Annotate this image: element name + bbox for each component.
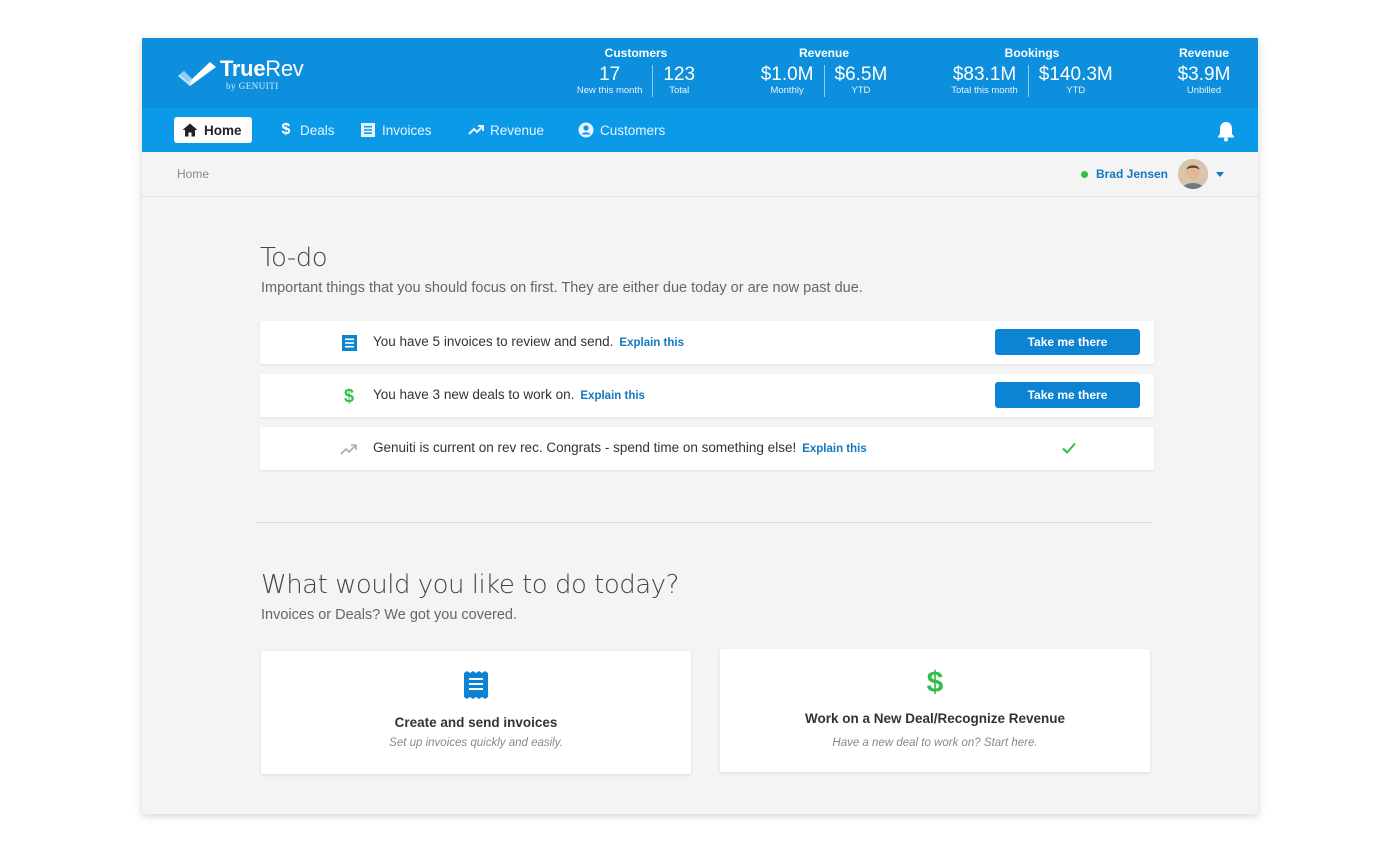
take-me-there-button[interactable]: Take me there [995, 329, 1140, 355]
nav-label: Invoices [382, 122, 432, 138]
main-nav: Home $ Deals Invoices Revenue Customers [142, 108, 1258, 152]
app-window: TrueRev by GENUITI Customers 17 New this… [142, 38, 1258, 814]
dollar-icon: $ [281, 121, 291, 138]
dollar-icon: $ [343, 385, 354, 406]
nav-invoices[interactable]: Invoices [352, 117, 442, 143]
explain-link[interactable]: Explain this [580, 390, 645, 402]
metric-item: 17 New this month [567, 65, 652, 97]
metric-value: $83.1M [952, 64, 1017, 85]
metric-item: $83.1M Total this month [941, 65, 1028, 97]
nav-label: Revenue [490, 122, 545, 138]
metric-item: $140.3M YTD [1027, 64, 1123, 97]
metric-title: Bookings [1004, 46, 1060, 60]
avatar[interactable] [1178, 159, 1208, 189]
breadcrumb[interactable]: Home [177, 167, 209, 181]
check-icon [1061, 440, 1077, 456]
nav-label: Deals [300, 122, 335, 138]
nav-deals[interactable]: $ Deals [270, 117, 345, 143]
todo-text: You have 5 invoices to review and send. [373, 334, 614, 349]
invoice-icon [261, 671, 691, 699]
chevron-down-icon[interactable] [1216, 171, 1224, 177]
metric-label: YTD [1066, 85, 1086, 96]
trending-up-icon [468, 122, 484, 138]
truerev-logo[interactable]: TrueRev by GENUITI [176, 56, 304, 92]
metric-bookings: Bookings $83.1M Total this month $140.3M… [937, 46, 1127, 97]
metric-unbilled-revenue: Revenue $3.9M Unbilled [1166, 46, 1242, 97]
todo-subtitle: Important things that you should focus o… [261, 280, 863, 296]
logo-name-light: Rev [265, 55, 304, 81]
metric-item: 123 Total [652, 65, 705, 97]
metric-item: $3.9M Unbilled [1168, 65, 1241, 97]
checkmark-logo-icon [176, 58, 218, 90]
card-subtitle: Set up invoices quickly and easily. [389, 737, 563, 749]
today-subtitle: Invoices or Deals? We got you covered. [261, 607, 518, 623]
nav-revenue[interactable]: Revenue [460, 117, 554, 143]
home-icon [182, 122, 198, 138]
user-name[interactable]: Brad Jensen [1096, 167, 1168, 181]
metric-title: Revenue [798, 46, 850, 60]
invoice-icon [360, 122, 376, 138]
nav-customers[interactable]: Customers [570, 117, 675, 143]
breadcrumb-bar: Home Brad Jensen [142, 152, 1258, 197]
account-circle-icon [578, 122, 594, 138]
card-title: Work on a New Deal/Recognize Revenue [804, 711, 1066, 726]
today-title: What would you like to do today? [261, 570, 679, 600]
section-divider [256, 522, 1152, 523]
metric-value: $3.9M [1177, 64, 1231, 85]
online-status-dot [1080, 170, 1088, 178]
metric-item: $6.5M YTD [823, 64, 898, 97]
metric-label: Total this month [951, 85, 1018, 96]
invoice-icon [340, 334, 358, 352]
metric-customers: Customers 17 New this month 123 Total [566, 46, 706, 97]
metric-revenue: Revenue $1.0M Monthly $6.5M YTD [746, 46, 902, 97]
take-me-there-button[interactable]: Take me there [995, 382, 1140, 408]
nav-label: Customers [600, 122, 666, 138]
metric-title: Customers [604, 46, 668, 60]
metric-item: $1.0M Monthly [751, 65, 824, 97]
metric-label: Total [669, 85, 690, 96]
metric-label: New this month [576, 85, 643, 96]
todo-item: $ You have 3 new deals to work on. Explai… [260, 374, 1154, 417]
new-deal-card[interactable]: $ Work on a New Deal/Recognize Revenue H… [720, 649, 1150, 772]
logo-byline: by GENUITI [226, 80, 279, 91]
card-subtitle: Have a new deal to work on? Start here. [832, 737, 1038, 749]
metric-label: YTD [851, 85, 871, 96]
explain-link[interactable]: Explain this [619, 337, 684, 349]
metric-label: Monthly [770, 85, 804, 96]
top-header: TrueRev by GENUITI Customers 17 New this… [142, 38, 1258, 108]
explain-link[interactable]: Explain this [802, 443, 867, 455]
todo-item: Genuiti is current on rev rec. Congrats … [260, 427, 1154, 470]
dollar-icon: $ [926, 666, 944, 699]
bell-icon[interactable] [1216, 120, 1236, 142]
card-title: Create and send invoices [394, 715, 558, 730]
metric-label: Unbilled [1186, 85, 1222, 96]
todo-item: You have 5 invoices to review and send. E… [260, 321, 1154, 364]
nav-home[interactable]: Home [174, 117, 252, 143]
create-invoices-card[interactable]: Create and send invoices Set up invoices… [261, 651, 691, 774]
metric-value: 123 [663, 64, 696, 85]
todo-text: Genuiti is current on rev rec. Congrats … [373, 440, 797, 455]
nav-label: Home [204, 122, 242, 138]
user-menu[interactable]: Brad Jensen [1080, 158, 1224, 190]
todo-title: To-do [260, 243, 328, 273]
logo-name-bold: True [220, 55, 266, 81]
trending-up-icon [340, 440, 358, 458]
todo-text: You have 3 new deals to work on. [373, 387, 575, 402]
metric-value: 17 [599, 64, 621, 85]
metric-value: $6.5M [834, 64, 888, 85]
metric-value: $1.0M [760, 64, 814, 85]
metric-value: $140.3M [1038, 64, 1113, 85]
metric-title: Revenue [1178, 46, 1230, 60]
